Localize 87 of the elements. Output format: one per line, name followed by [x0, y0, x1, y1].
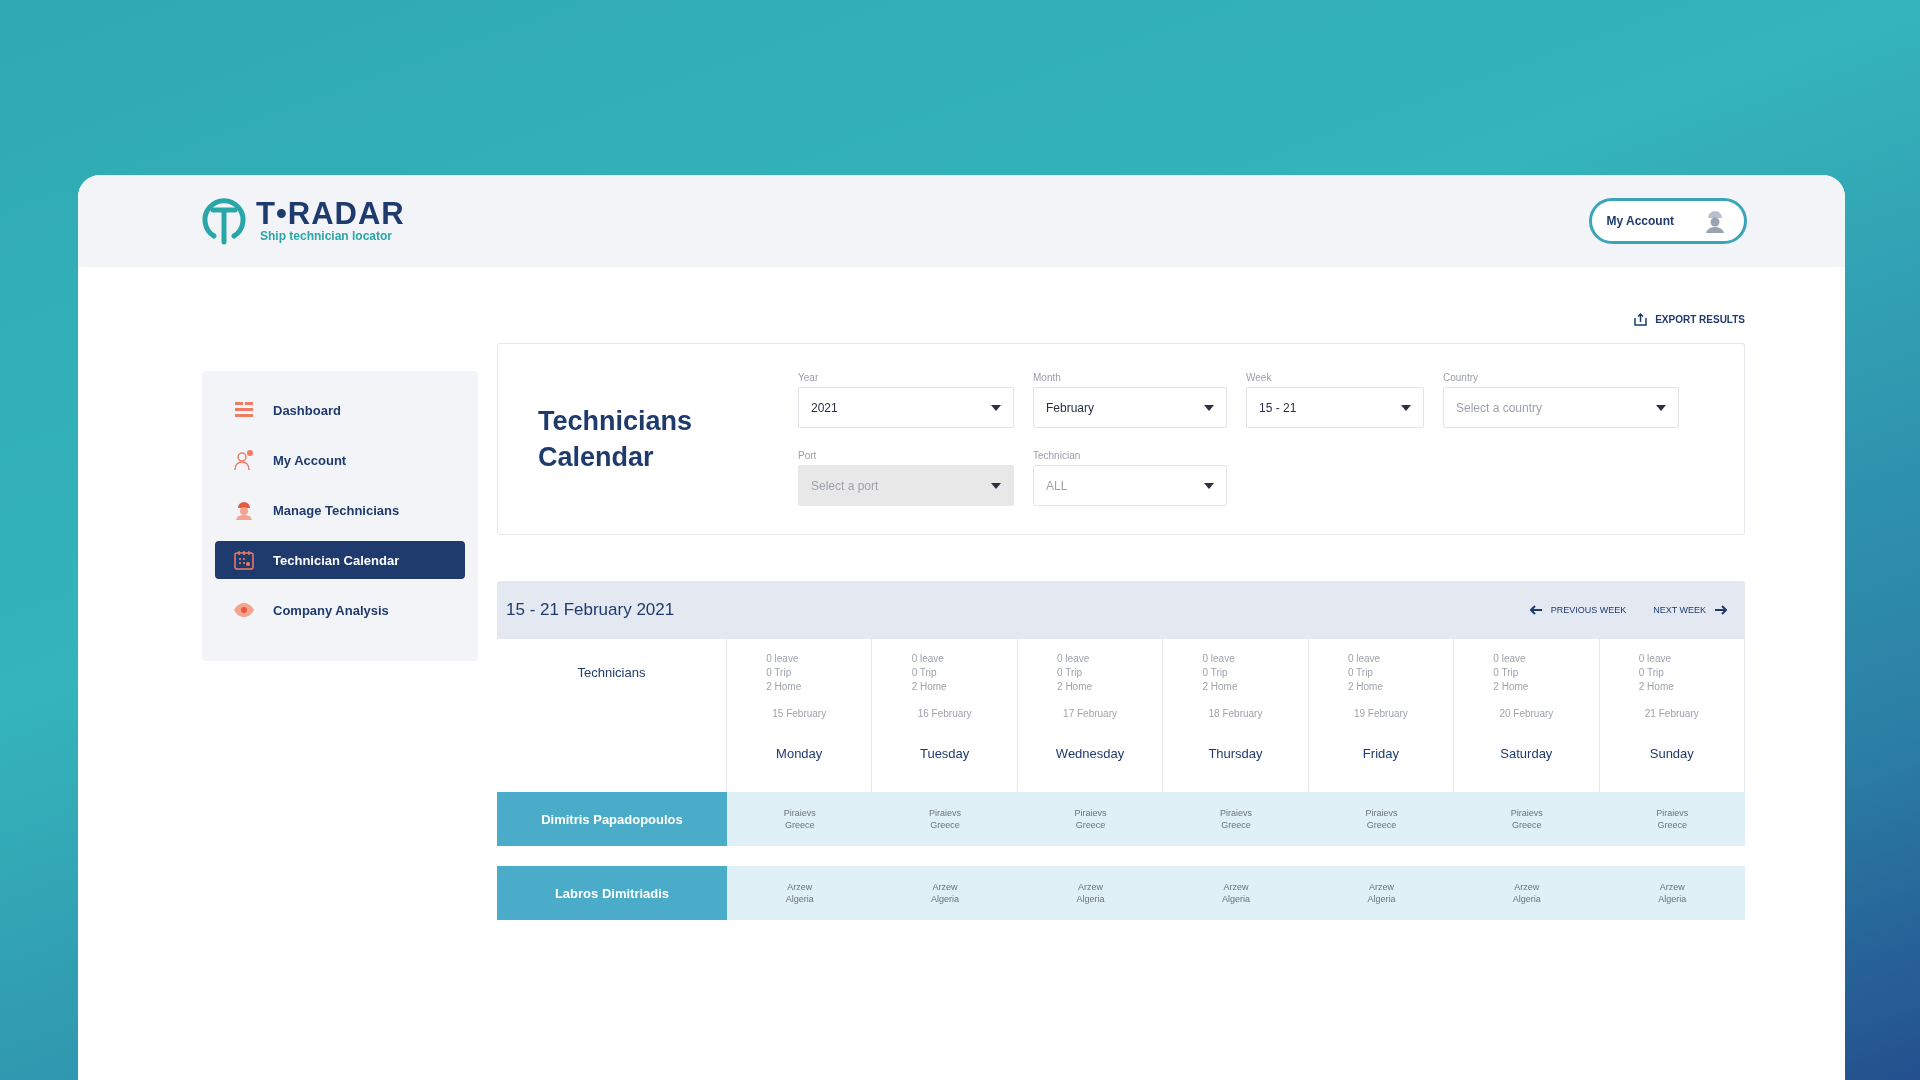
- brand-title: T•RADAR: [256, 199, 405, 229]
- weekday-label: Friday: [1362, 746, 1399, 761]
- caret-icon: [991, 482, 1001, 489]
- previous-week-button[interactable]: PREVIOUS WEEK: [1529, 605, 1627, 615]
- arrow-left-icon: [1529, 605, 1542, 615]
- caret-icon: [1656, 404, 1666, 411]
- day-stat: 2 Home: [1202, 680, 1239, 694]
- my-account-button[interactable]: My Account: [1589, 198, 1747, 244]
- day-stat: 0 Trip: [766, 666, 793, 680]
- field-label: Week: [1246, 372, 1273, 383]
- avatar-icon: [1704, 209, 1726, 233]
- day-stat: 0 Trip: [1202, 666, 1229, 680]
- location-text: Piraievs Greece: [782, 807, 817, 831]
- weekday-label: Sunday: [1649, 746, 1694, 761]
- field-label: Technician: [1033, 450, 1082, 461]
- day-stat: 2 Home: [766, 680, 803, 694]
- column-header: Technicians: [577, 665, 646, 681]
- day-stat: 0 Trip: [1638, 666, 1665, 680]
- caret-icon: [1204, 404, 1214, 411]
- technician-name-cell: Dimitris Papadopoulos: [497, 792, 727, 846]
- technician-name-cell: Labros Dimitriadis: [497, 866, 727, 920]
- pin-logo-icon: [202, 196, 246, 246]
- weekday-label: Tuesday: [919, 746, 970, 761]
- day-stat: 0 leave: [911, 652, 945, 666]
- location-text: Piraievs Greece: [928, 807, 963, 831]
- day-date: 20 February: [1499, 708, 1554, 719]
- weekday-label: Monday: [776, 746, 823, 761]
- location-text: Arzew Algeria: [1075, 881, 1106, 905]
- location-text: Arzew Algeria: [1220, 881, 1251, 905]
- dropdown-field[interactable]: 15 - 21: [1246, 387, 1424, 428]
- field-label: Month: [1033, 372, 1062, 383]
- sidebar-item[interactable]: Technician Calendar: [215, 541, 465, 579]
- field-label: Port: [798, 450, 818, 461]
- location-text: Arzew Algeria: [784, 881, 815, 905]
- day-date: 15 February: [772, 708, 827, 719]
- day-stat: 0 Trip: [1057, 666, 1084, 680]
- sidebar-item[interactable]: Dashboard: [215, 391, 465, 429]
- caret-icon: [1204, 482, 1214, 489]
- location-text: Arzew Algeria: [1511, 881, 1542, 905]
- day-stat: 0 leave: [766, 652, 800, 666]
- sidebar-item[interactable]: Company Analysis: [215, 591, 465, 629]
- weekday-label: Thursday: [1208, 746, 1263, 761]
- location-text: Piraievs Greece: [1073, 807, 1108, 831]
- export-icon: [1634, 312, 1648, 326]
- day-stat: 0 leave: [1493, 652, 1527, 666]
- sidebar-item[interactable]: Manage Technicians: [215, 491, 465, 529]
- technician-icon: [233, 499, 255, 521]
- caret-icon: [1401, 404, 1411, 411]
- location-text: Arzew Algeria: [930, 881, 961, 905]
- day-stat: 2 Home: [1057, 680, 1094, 694]
- arrow-right-icon: [1715, 605, 1727, 615]
- location-text: Piraievs Greece: [1655, 807, 1690, 831]
- weekday-label: Saturday: [1500, 746, 1553, 761]
- field-label: Year: [798, 372, 820, 383]
- day-stat: 0 Trip: [1347, 666, 1374, 680]
- brand-tagline: Ship technician locator: [260, 229, 394, 243]
- day-stat: 2 Home: [1493, 680, 1530, 694]
- dropdown-field[interactable]: February: [1033, 387, 1227, 428]
- location-text: Piraievs Greece: [1364, 807, 1399, 831]
- calendar-icon: [233, 549, 255, 571]
- dropdown-field[interactable]: 2021: [798, 387, 1014, 428]
- day-stat: 2 Home: [1347, 680, 1384, 694]
- day-stat: 2 Home: [1638, 680, 1675, 694]
- day-stat: 2 Home: [911, 680, 948, 694]
- location-text: Piraievs Greece: [1218, 807, 1253, 831]
- weekday-label: Wednesday: [1055, 746, 1125, 761]
- day-stat: 0 leave: [1202, 652, 1236, 666]
- day-stat: 0 leave: [1638, 652, 1673, 666]
- day-date: 19 February: [1353, 708, 1408, 719]
- day-stat: 0 leave: [1057, 652, 1091, 666]
- day-stat: 0 leave: [1347, 652, 1382, 666]
- page-title: Technicians Calendar: [538, 405, 694, 474]
- location-text: Piraievs Greece: [1509, 807, 1544, 831]
- day-stat: 0 Trip: [911, 666, 938, 680]
- day-stat: 0 Trip: [1493, 666, 1520, 680]
- field-label: Country: [1443, 372, 1479, 383]
- sidebar-item[interactable]: My Account: [215, 441, 465, 479]
- export-results-button[interactable]: EXPORT RESULTS: [1634, 309, 1745, 329]
- week-range-title: 15 - 21 February 2021: [506, 600, 675, 620]
- day-date: 16 February: [917, 708, 972, 719]
- day-date: 21 February: [1644, 708, 1699, 719]
- location-text: Arzew Algeria: [1657, 881, 1688, 905]
- location-text: Arzew Algeria: [1366, 881, 1397, 905]
- day-date: 18 February: [1208, 708, 1263, 719]
- day-date: 17 February: [1063, 708, 1117, 719]
- next-week-button[interactable]: NEXT WEEK: [1653, 605, 1727, 615]
- caret-icon: [991, 404, 1001, 411]
